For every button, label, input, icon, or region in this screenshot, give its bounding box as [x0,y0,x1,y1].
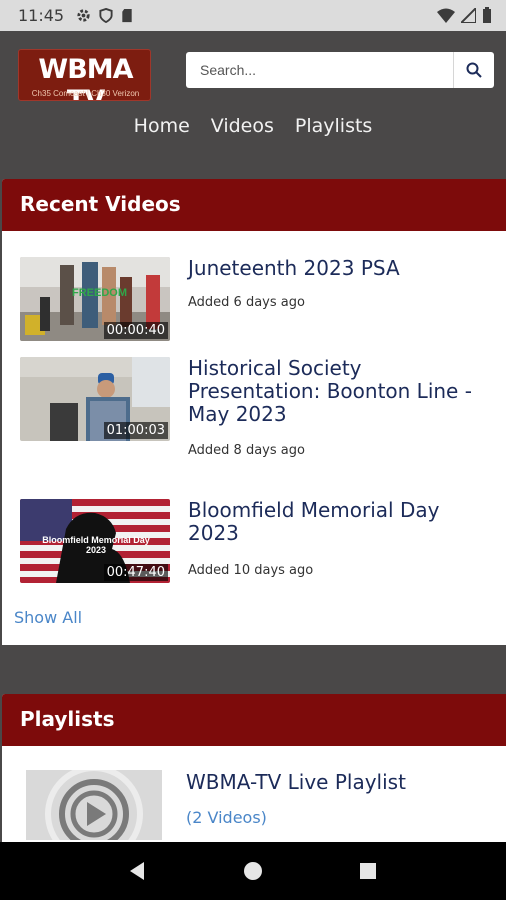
nav-home[interactable]: Home [134,115,190,137]
wifi-icon [437,8,455,23]
search-box [186,52,494,88]
playlist-video-count[interactable]: (2 Videos) [186,808,267,827]
playlist-title[interactable]: WBMA-TV Live Playlist [186,770,406,794]
signal-icon [461,7,476,23]
video-added-date: Added 6 days ago [188,295,305,310]
video-title[interactable]: Bloomfield Memorial Day 2023 [188,499,488,545]
playlist-thumbnail[interactable] [26,770,162,840]
app-header: WBMA TV Ch35 Comcast | Ch30 Verizon Home… [0,31,506,179]
wbma-tv-logo[interactable]: WBMA TV Ch35 Comcast | Ch30 Verizon [18,49,151,101]
recent-videos-card: Recent Videos FREEDOM 00:00:40 Juneteent… [2,179,506,645]
shield-icon [99,8,113,23]
video-title[interactable]: Historical Society Presentation: Boonton… [188,357,488,426]
playlists-card: Playlists WBMA-TV Live Playlist (2 Video… [2,694,506,842]
system-navigation-bar [0,842,506,900]
video-duration: 01:00:03 [103,422,168,439]
battery-icon [483,7,491,23]
thumbnail-caption: Bloomfield Memorial Day 2023 [42,535,150,555]
recent-videos-heading: Recent Videos [2,179,506,231]
video-title[interactable]: Juneteenth 2023 PSA [188,257,488,280]
nav-playlists[interactable]: Playlists [295,115,372,137]
video-added-date: Added 10 days ago [188,563,314,578]
back-icon[interactable] [128,861,148,881]
video-thumbnail[interactable]: FREEDOM 00:00:40 [20,257,170,341]
sd-card-icon [122,8,132,23]
playlists-heading: Playlists [2,694,506,746]
home-icon[interactable] [243,861,263,881]
video-duration: 00:00:40 [103,322,168,339]
search-button[interactable] [453,52,494,88]
search-icon [466,62,482,78]
video-thumbnail[interactable]: 01:00:03 [20,357,170,441]
status-time: 11:45 [18,6,65,25]
play-broadcast-icon [26,770,162,840]
video-added-date: Added 8 days ago [188,443,305,458]
recents-icon[interactable] [358,861,378,881]
show-all-link[interactable]: Show All [14,608,82,627]
video-item[interactable]: FREEDOM 00:00:40 Juneteenth 2023 PSA Add… [20,257,490,341]
video-item[interactable]: Bloomfield Memorial Day 2023 00:47:40 Bl… [20,499,490,583]
video-thumbnail[interactable]: Bloomfield Memorial Day 2023 00:47:40 [20,499,170,583]
status-system-icons [437,7,492,23]
status-bar: 11:45 [0,0,506,31]
search-input[interactable] [186,52,453,88]
video-duration: 00:47:40 [103,564,168,581]
nav-videos[interactable]: Videos [211,115,274,137]
status-notification-icons [76,8,133,23]
thumbnail-caption: FREEDOM [72,287,127,299]
settings-icon [77,9,90,22]
video-item[interactable]: 01:00:03 Historical Society Presentation… [20,357,490,458]
logo-subtitle: Ch35 Comcast | Ch30 Verizon [31,89,140,98]
main-nav: Home Videos Playlists [0,115,506,137]
